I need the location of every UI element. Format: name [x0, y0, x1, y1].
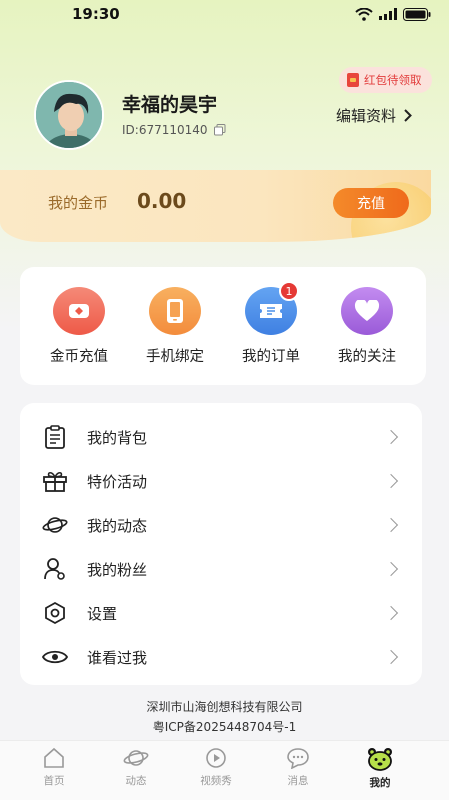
- chevron-right-icon: [383, 429, 399, 445]
- tab-me[interactable]: 我的: [350, 747, 410, 790]
- menu-item-label: 谁看过我: [87, 648, 148, 667]
- quick-action-my-orders[interactable]: 1 我的订单: [226, 281, 316, 366]
- home-icon: [44, 747, 64, 768]
- quick-action-coin-recharge[interactable]: 金币充值: [34, 287, 124, 366]
- user-icon: [42, 556, 68, 582]
- menu-item-label: 我的动态: [87, 516, 148, 535]
- ticket-icon: 1: [245, 281, 299, 335]
- tab-label: 首页: [43, 775, 65, 787]
- wifi-icon: [355, 7, 373, 21]
- chevron-right-icon: [383, 605, 399, 621]
- coin-label: 我的金币: [48, 194, 109, 212]
- menu-card: 我的背包 特价活动 我的动态 我的粉丝 设置 谁看过我: [20, 403, 422, 685]
- menu-item-my-posts[interactable]: 我的动态: [20, 503, 422, 547]
- tab-label: 视频秀: [200, 775, 232, 787]
- tab-label: 我的: [369, 777, 391, 789]
- signal-icon: [379, 8, 397, 20]
- status-time: 19:30: [72, 5, 120, 23]
- phone-icon: [149, 287, 201, 335]
- coin-card: 我的金币 0.00 充值: [0, 170, 431, 242]
- clipboard-icon: [42, 424, 68, 450]
- redpack-badge-label: 红包待领取: [364, 73, 422, 87]
- heart-icon: [341, 287, 393, 335]
- planet-icon: [42, 512, 68, 538]
- order-count-badge: 1: [279, 281, 299, 301]
- avatar[interactable]: [34, 80, 104, 150]
- menu-item-my-fans[interactable]: 我的粉丝: [20, 547, 422, 591]
- settings-hexagon-icon: [42, 600, 68, 626]
- redpack-badge[interactable]: 红包待领取: [339, 67, 432, 93]
- quick-action-label: 我的关注: [338, 349, 396, 365]
- menu-item-who-viewed-me[interactable]: 谁看过我: [20, 635, 422, 679]
- chat-bubble-icon: [287, 748, 309, 769]
- chevron-right-icon: [383, 561, 399, 577]
- bottom-tab-bar: 首页 动态 视频秀 消息 我的: [0, 740, 449, 800]
- menu-item-settings[interactable]: 设置: [20, 591, 422, 635]
- edit-profile-label: 编辑资料: [336, 107, 397, 125]
- quick-action-my-follows[interactable]: 我的关注: [322, 287, 412, 366]
- quick-actions-card: 金币充值 手机绑定 1 我的订单 我的关注: [20, 267, 426, 385]
- tab-video-show[interactable]: 视频秀: [186, 747, 246, 788]
- planet-icon: [123, 750, 149, 766]
- eye-icon: [42, 644, 68, 670]
- menu-item-label: 设置: [87, 604, 118, 623]
- video-play-icon: [206, 748, 226, 768]
- menu-item-label: 我的背包: [87, 428, 148, 447]
- quick-action-label: 手机绑定: [146, 349, 204, 365]
- chevron-right-icon: [383, 517, 399, 533]
- menu-item-special-offers[interactable]: 特价活动: [20, 459, 422, 503]
- coin-recharge-icon: [53, 287, 105, 335]
- gift-icon: [42, 468, 68, 494]
- status-icons: [355, 7, 431, 21]
- copy-icon[interactable]: [213, 124, 226, 136]
- icp-number[interactable]: 粤ICP备2025448704号-1: [0, 718, 449, 735]
- quick-action-phone-binding[interactable]: 手机绑定: [130, 287, 220, 366]
- tab-label: 消息: [287, 775, 309, 787]
- battery-icon: [403, 7, 431, 21]
- status-bar: 19:30: [0, 0, 449, 28]
- tab-home[interactable]: 首页: [24, 747, 84, 788]
- chevron-right-icon: [383, 473, 399, 489]
- red-envelope-icon: [347, 73, 359, 87]
- tab-label: 动态: [125, 775, 147, 787]
- chevron-right-icon: [404, 109, 412, 122]
- quick-action-label: 我的订单: [242, 349, 300, 365]
- coin-balance: 0.00: [137, 189, 187, 213]
- quick-action-label: 金币充值: [50, 349, 108, 365]
- tab-messages[interactable]: 消息: [268, 747, 328, 788]
- bear-face-icon: [368, 748, 392, 771]
- company-name: 深圳市山海创想科技有限公司: [146, 700, 303, 714]
- user-id: ID:677110140: [122, 123, 226, 137]
- username: 幸福的昊宇: [122, 94, 218, 116]
- menu-item-label: 特价活动: [87, 472, 148, 491]
- recharge-button[interactable]: 充值: [333, 188, 409, 218]
- user-id-text: ID:677110140: [122, 123, 208, 137]
- tab-moments[interactable]: 动态: [106, 747, 166, 788]
- chevron-right-icon: [383, 649, 399, 665]
- menu-item-label: 我的粉丝: [87, 560, 148, 579]
- menu-item-backpack[interactable]: 我的背包: [20, 415, 422, 459]
- edit-profile-link[interactable]: 编辑资料: [336, 105, 412, 126]
